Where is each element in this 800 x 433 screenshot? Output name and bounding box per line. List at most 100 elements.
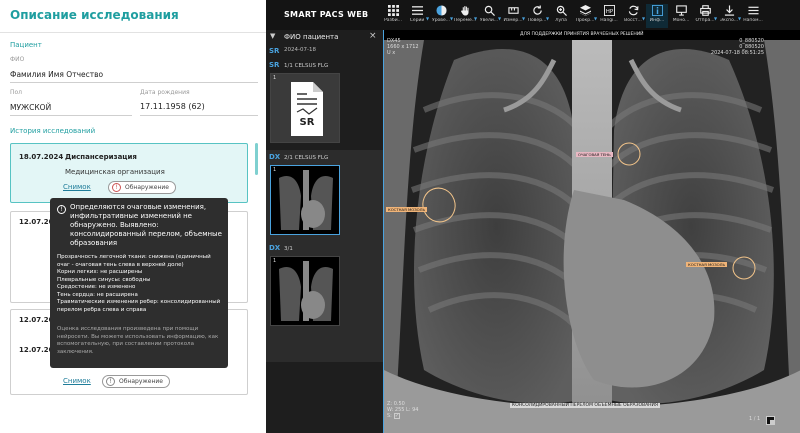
study-date: 18.07.2024 (19, 153, 64, 161)
tool-rotate-button[interactable]: Повер... (526, 4, 548, 28)
chest-xray-thumbnail (279, 261, 333, 321)
scrollbar-thumb[interactable] (255, 143, 258, 175)
magnifier-icon (556, 5, 567, 16)
study-type: Диспансеризация (65, 153, 137, 161)
annotation-callus-right: КОСТНАЯ МОЗОЛЬ (686, 262, 728, 267)
chest-xray-thumbnail (279, 170, 333, 230)
study-date: 2024-07-18 (284, 47, 316, 53)
svg-text:HP: HP (606, 9, 614, 15)
tool-scroll-button[interactable]: Прокр... (574, 4, 596, 28)
print-icon (700, 5, 711, 16)
info-icon (652, 5, 663, 16)
ruler-icon (508, 7, 519, 14)
tool-info-button[interactable]: Инф... (646, 4, 668, 28)
tooltip-headline: Определяются очаговые изменения, инфильт… (70, 203, 222, 247)
layers-icon (580, 5, 591, 16)
birth-underline (140, 115, 258, 116)
patient-name: ФИО пациента (284, 33, 339, 41)
tool-hanging-button[interactable]: HP Hangi... (598, 4, 620, 28)
tool-monitor-button[interactable]: Моно... (670, 4, 692, 28)
series-panel: ▼ ФИО пациента × 2024-07-18 SR SR 1/1 CE… (266, 30, 383, 433)
tool-zoom-button[interactable]: Увели... (478, 4, 500, 28)
snapshot-link[interactable]: Снимок (63, 377, 91, 385)
refresh-icon (628, 5, 639, 16)
detection-badge-button[interactable]: ! Обнаружение (108, 181, 176, 194)
tool-magnifier-button[interactable]: Лупа (550, 4, 572, 28)
fio-underline (10, 82, 258, 83)
tool-layout-button[interactable]: Разби... (382, 4, 404, 28)
series-modality: SR (269, 61, 280, 69)
tool-series-button[interactable]: Серии (406, 4, 428, 28)
expand-icon[interactable] (766, 416, 775, 425)
info-circle-icon: ! (57, 205, 66, 214)
tool-pan-button[interactable]: Переме... (454, 4, 476, 28)
annotation-callus-left: КОСТНАЯ МОЗОЛЬ (386, 207, 428, 212)
rotate-icon (533, 5, 542, 15)
tooltip-note: Оценка исследования произведена при помо… (57, 326, 219, 355)
snapshot-link[interactable]: Снимок (63, 183, 91, 191)
fio-label: ФИО (10, 56, 25, 63)
sex-underline (10, 115, 132, 116)
birth-label: Дата рождения (140, 89, 190, 96)
warning-icon: ! (112, 183, 121, 192)
series-panel-header: ▼ ФИО пациента × (266, 30, 383, 44)
series-modality: DX (269, 244, 281, 252)
menu-icon (748, 6, 759, 15)
contrast-icon (436, 5, 447, 16)
fio-value: Фамилия Имя Отчество (10, 70, 104, 79)
series-thumbnail[interactable]: 1 (270, 165, 340, 235)
collapse-chevron-icon[interactable]: ▼ (270, 32, 275, 40)
hand-icon (460, 6, 469, 16)
sr-document-icon (291, 82, 323, 136)
series-description: 2/1 CELSUS FLG (284, 155, 329, 161)
series-modality: DX (269, 153, 281, 161)
study-card-selected[interactable]: 18.07.2024 Диспансеризация Медицинская о… (10, 143, 248, 203)
tool-reset-button[interactable]: Восст... (622, 4, 644, 28)
tool-export-button[interactable]: Экспо... (718, 4, 740, 28)
detection-badge-label: Обнаружение (125, 184, 169, 191)
panel-title: Описание исследования (10, 8, 179, 22)
overlay-top-right: 0_880520 0_880520 2024-07-18 08:51:25 (710, 38, 764, 56)
tooltip-details: Прозрачность легочной ткани: снижена (ед… (57, 254, 221, 313)
chest-xray-image[interactable] (384, 40, 800, 433)
checkbox-icon[interactable]: ✓ (393, 413, 400, 419)
study-organization: Медицинская организация (65, 168, 165, 176)
app-brand: SMART PACS WEB (284, 10, 369, 19)
tool-send-button[interactable]: Отпра... (694, 4, 716, 28)
detection-badge-label: Обнаружение (119, 378, 163, 385)
overlay-top-left: DX45 1660 x 1712 U x (387, 38, 419, 56)
birth-value: 17.11.1958 (62) (140, 102, 205, 111)
zoom-icon (484, 5, 495, 16)
study-description-panel: Описание исследования Пациент ФИО Фамили… (0, 0, 266, 433)
monitor-icon (676, 5, 687, 16)
patient-section-title: Пациент (10, 41, 42, 49)
tool-measure-button[interactable]: Измер... (502, 4, 524, 28)
detection-tooltip: ! Определяются очаговые изменения, инфил… (50, 198, 228, 368)
history-section-title: История исследований (10, 127, 96, 135)
sex-value: МУЖСКОЙ (10, 103, 52, 112)
annotation-nodule: ОЧАГОВАЯ ТЕНЬ (576, 152, 613, 157)
viewer-toolbar: SMART PACS WEB Разби... Серии Урове... П… (266, 0, 800, 30)
series-description: 3/1 (284, 246, 293, 252)
download-icon (724, 5, 735, 16)
list-icon (412, 6, 423, 15)
grid-icon (388, 5, 399, 16)
viewer-caption: ДЛЯ ПОДДЕРЖКИ ПРИНЯТИЯ ВРАЧЕБНЫХ РЕШЕНИЙ (520, 32, 644, 37)
sr-label: SR (299, 117, 315, 128)
series-thumbnail[interactable]: 1 (270, 256, 340, 326)
page-counter: 1 / 1 (749, 416, 761, 422)
annotation-findings-summary: КОНСОЛИДИРОВАННЫЙ ПЕРЕЛОМ ОБЪЕМНЫЕ ОБРАЗ… (510, 403, 661, 408)
sex-label: Пол (10, 89, 23, 96)
overlay-bottom-left: Z: 0.50 W: 255 L: 94 S: ✓ (387, 401, 419, 419)
tool-reminder-button[interactable]: Напом... (742, 4, 764, 28)
series-modality: SR (269, 47, 280, 55)
series-thumbnail[interactable]: 1 SR (270, 73, 340, 143)
divider (0, 32, 266, 33)
tool-window-level-button[interactable]: Урове... (430, 4, 452, 28)
detection-badge-button[interactable]: ! Обнаружение (102, 375, 170, 388)
close-icon[interactable]: × (369, 31, 377, 41)
image-viewport[interactable]: ДЛЯ ПОДДЕРЖКИ ПРИНЯТИЯ ВРАЧЕБНЫХ РЕШЕНИЙ… (383, 30, 800, 433)
hp-icon: HP (604, 5, 615, 16)
warning-icon: ! (106, 377, 115, 386)
series-description: 1/1 CELSUS FLG (284, 63, 329, 69)
